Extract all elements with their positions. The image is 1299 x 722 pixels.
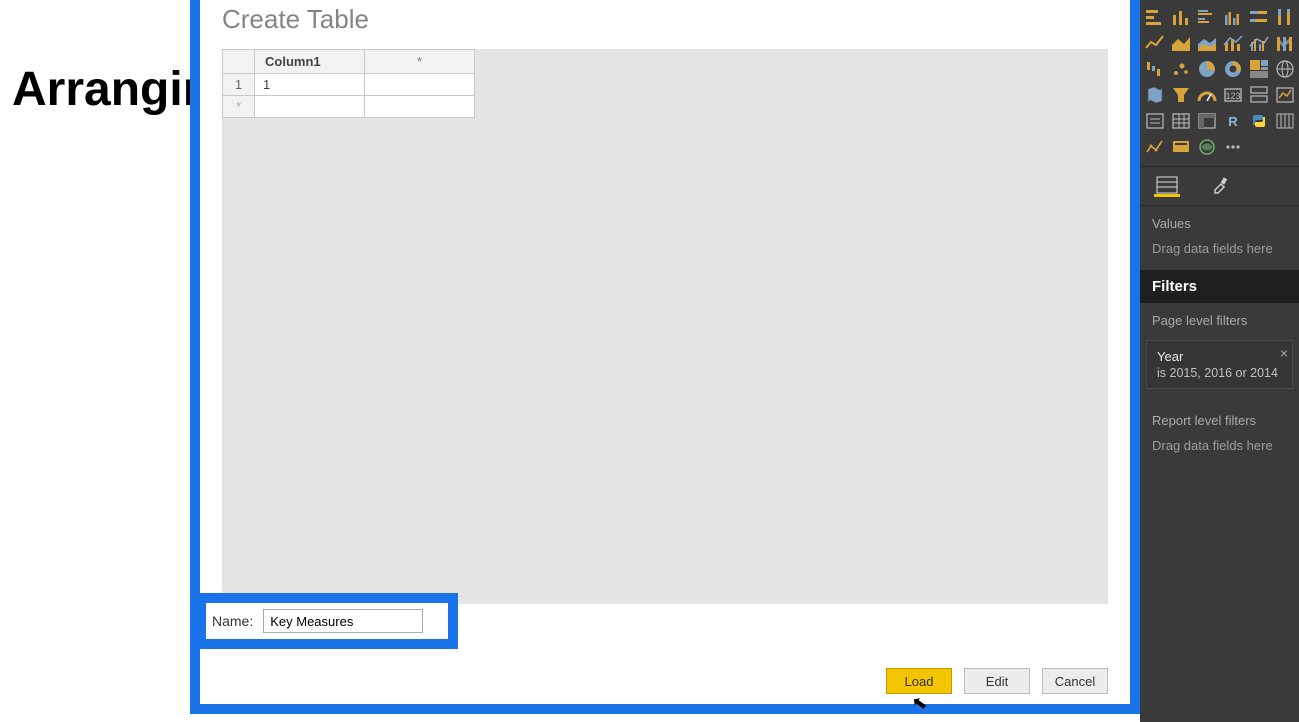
create-table-dialog: Create Table Column1 * 1 1 * — [190, 0, 1140, 714]
report-filters-drop-hint[interactable]: Drag data fields here — [1140, 432, 1299, 467]
enter-data-grid[interactable]: Column1 * 1 1 * — [222, 49, 475, 118]
name-field-group: Name: — [196, 593, 458, 649]
qna-icon[interactable] — [1170, 136, 1192, 158]
clustered-bar-icon[interactable] — [1196, 6, 1218, 28]
table-grid-area[interactable]: Column1 * 1 1 * — [222, 49, 1108, 604]
matrix-icon[interactable] — [1196, 110, 1218, 132]
grid-corner — [223, 50, 255, 74]
name-label: Name: — [212, 613, 253, 629]
filter-card-year[interactable]: × Year is 2015, 2016 or 2014 — [1146, 340, 1293, 389]
filter-name: Year — [1157, 349, 1282, 364]
grid-column-header[interactable]: Column1 — [255, 50, 365, 74]
remove-filter-icon[interactable]: × — [1280, 345, 1288, 361]
map-icon[interactable] — [1274, 58, 1296, 80]
svg-text:123: 123 — [1225, 91, 1240, 101]
pie-icon[interactable] — [1196, 58, 1218, 80]
visualization-gallery: 123 R — [1140, 0, 1299, 167]
filled-map-icon[interactable] — [1144, 84, 1166, 106]
ribbon-chart-icon[interactable] — [1274, 32, 1296, 54]
card-icon[interactable]: 123 — [1222, 84, 1244, 106]
area-chart-icon[interactable] — [1170, 32, 1192, 54]
page-level-filters-label: Page level filters — [1140, 303, 1299, 332]
visualizations-panel: 123 R Values Drag data fields here Filte… — [1140, 0, 1299, 722]
stacked-bar-icon[interactable] — [1144, 6, 1166, 28]
kpi-icon[interactable] — [1274, 84, 1296, 106]
funnel-icon[interactable] — [1170, 84, 1192, 106]
hundred-stacked-bar-icon[interactable] — [1248, 6, 1270, 28]
grid-new-row[interactable]: * — [223, 96, 255, 118]
scatter-icon[interactable] — [1170, 58, 1192, 80]
svg-text:R: R — [1228, 114, 1238, 129]
donut-icon[interactable] — [1222, 58, 1244, 80]
values-drop-hint[interactable]: Drag data fields here — [1140, 235, 1299, 270]
cancel-button[interactable]: Cancel — [1042, 668, 1108, 694]
grid-cell[interactable]: 1 — [255, 74, 365, 96]
values-label: Values — [1140, 206, 1299, 235]
hundred-stacked-column-icon[interactable] — [1274, 6, 1296, 28]
slicer-icon[interactable] — [1144, 110, 1166, 132]
dialog-title: Create Table — [222, 4, 1108, 35]
fields-tab[interactable] — [1154, 175, 1180, 197]
gauge-icon[interactable] — [1196, 84, 1218, 106]
stacked-area-icon[interactable] — [1196, 32, 1218, 54]
waterfall-icon[interactable] — [1144, 58, 1166, 80]
grid-cell[interactable] — [255, 96, 365, 118]
format-tab[interactable] — [1208, 175, 1234, 197]
key-influencers-icon[interactable] — [1274, 110, 1296, 132]
line-clustered-column-icon[interactable] — [1248, 32, 1270, 54]
report-level-filters-label: Report level filters — [1140, 397, 1299, 432]
filter-value: is 2015, 2016 or 2014 — [1157, 366, 1282, 380]
field-format-tabs — [1140, 167, 1299, 206]
load-button[interactable]: Load — [886, 668, 952, 694]
grid-row-number: 1 — [223, 74, 255, 96]
decomposition-tree-icon[interactable] — [1144, 136, 1166, 158]
clustered-column-icon[interactable] — [1222, 6, 1244, 28]
more-visuals-icon[interactable] — [1222, 136, 1244, 158]
filters-heading: Filters — [1140, 270, 1299, 303]
dialog-buttons: Load Edit Cancel — [886, 668, 1108, 694]
stacked-column-icon[interactable] — [1170, 6, 1192, 28]
arcgis-icon[interactable] — [1196, 136, 1218, 158]
grid-empty-cell[interactable] — [365, 74, 475, 96]
line-stacked-column-icon[interactable] — [1222, 32, 1244, 54]
r-visual-icon[interactable]: R — [1222, 110, 1244, 132]
grid-empty-cell[interactable] — [365, 96, 475, 118]
multi-row-card-icon[interactable] — [1248, 84, 1270, 106]
line-chart-icon[interactable] — [1144, 32, 1166, 54]
python-visual-icon[interactable] — [1248, 110, 1270, 132]
treemap-icon[interactable] — [1248, 58, 1270, 80]
add-column-button[interactable]: * — [365, 50, 475, 74]
edit-button[interactable]: Edit — [964, 668, 1030, 694]
table-visual-icon[interactable] — [1170, 110, 1192, 132]
table-name-input[interactable] — [263, 609, 423, 633]
